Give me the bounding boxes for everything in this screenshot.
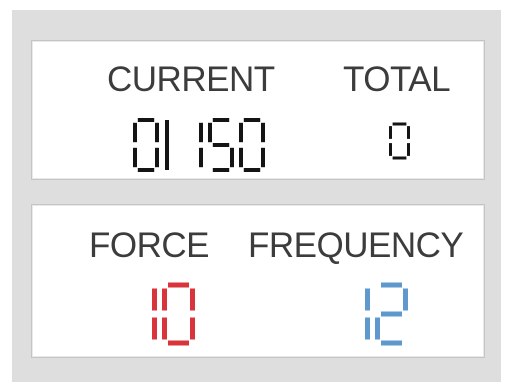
force-value-display: [152, 282, 195, 346]
current-label: CURRENT: [107, 60, 275, 99]
frequency-value-display: [365, 282, 408, 346]
force-label: FORCE: [89, 226, 210, 265]
total-count-display: [389, 122, 410, 160]
total-label: TOTAL: [343, 60, 451, 99]
current-count-display: [133, 118, 265, 172]
frequency-label: FREQUENCY: [248, 226, 464, 265]
